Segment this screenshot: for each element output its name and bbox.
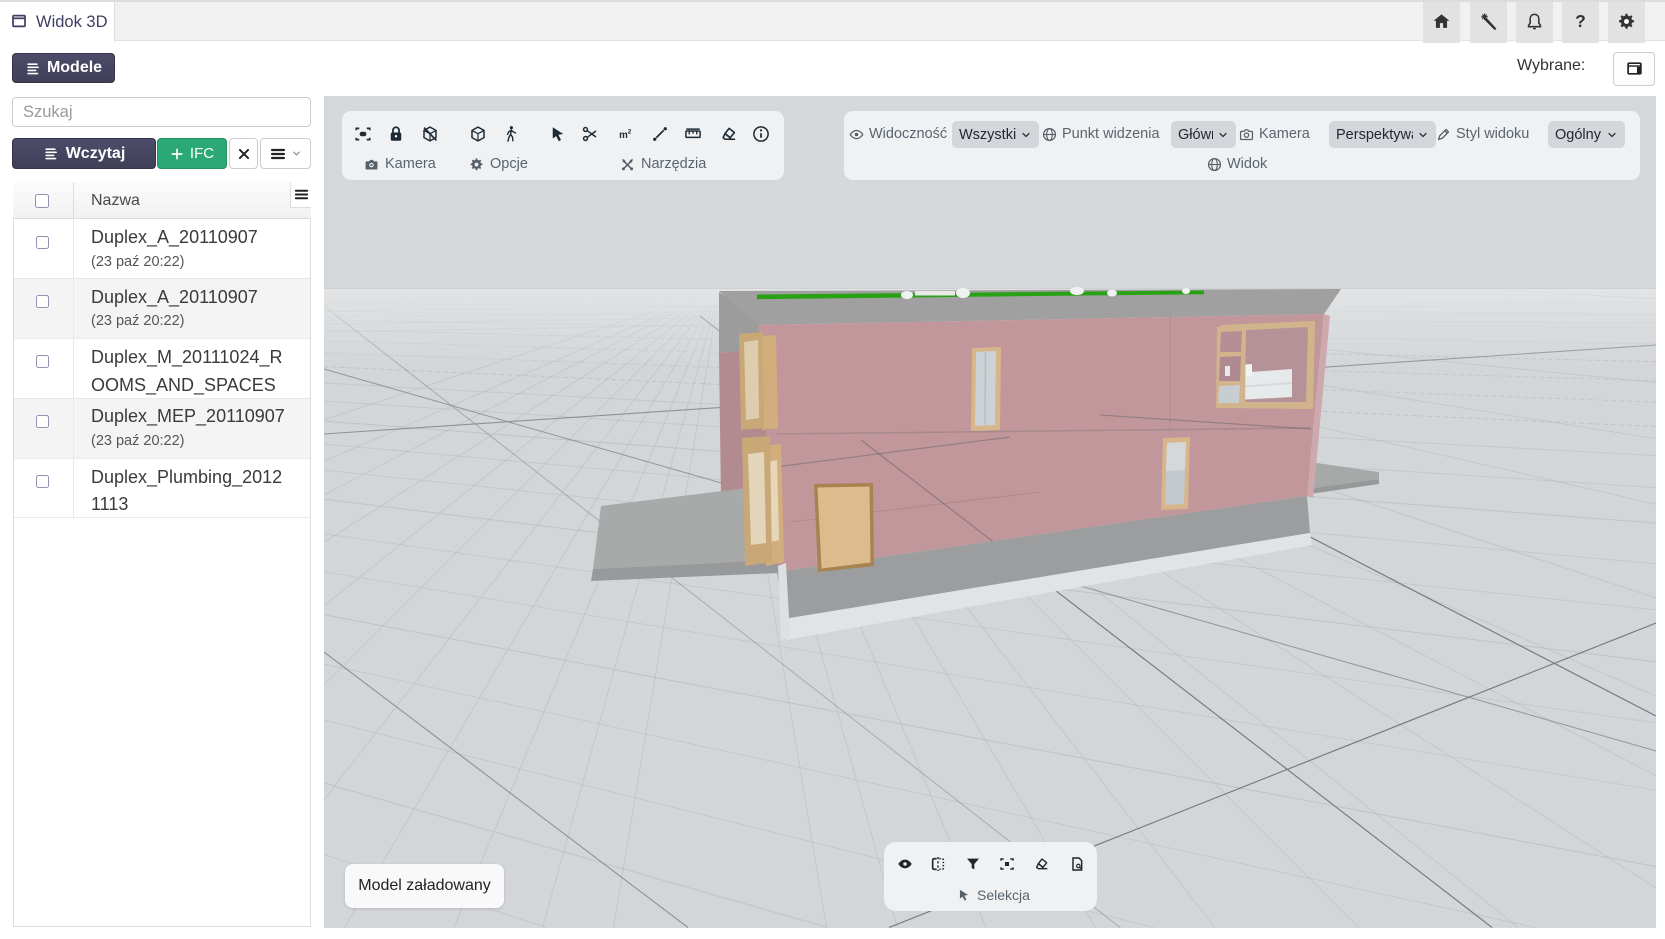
svg-text:2: 2 <box>628 128 632 135</box>
svg-text:m: m <box>619 130 628 141</box>
svg-text:?: ? <box>1575 12 1586 31</box>
